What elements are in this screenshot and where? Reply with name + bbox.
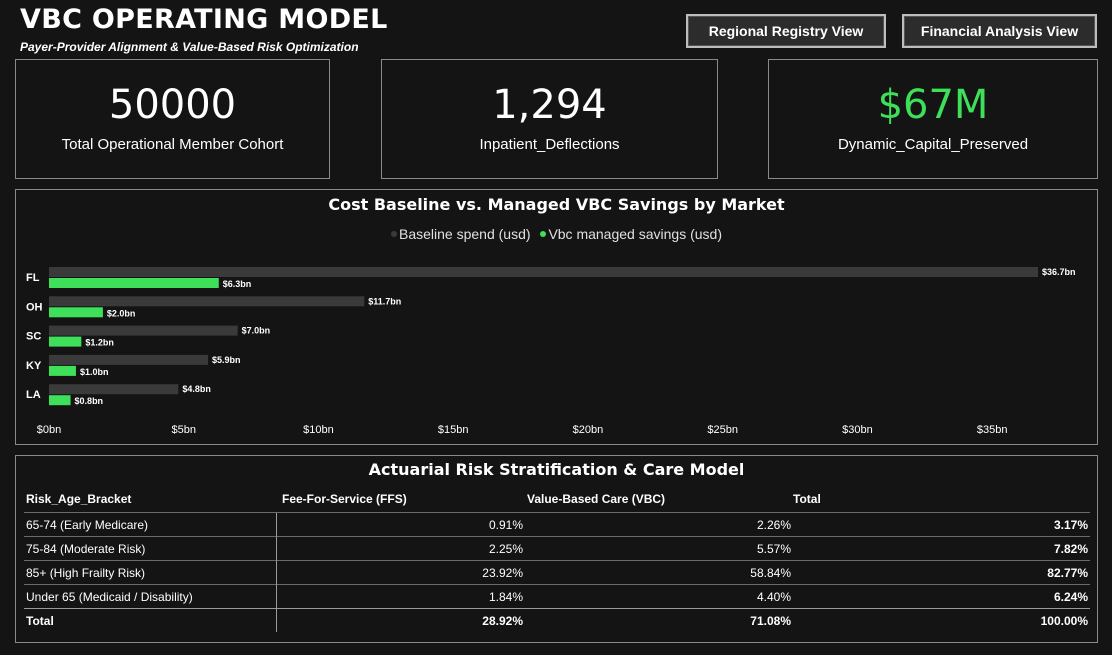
kpi-label: Dynamic_Capital_Preserved xyxy=(837,135,1029,153)
regional-registry-view-button[interactable]: Regional Registry View xyxy=(686,14,886,48)
table-cell: 65-74 (Early Medicare) xyxy=(24,512,277,537)
category-label-ky: KY xyxy=(26,360,42,372)
savings-data-label: $2.0bn xyxy=(107,308,136,318)
baseline-data-label: $5.9bn xyxy=(212,355,241,365)
table-cell: 6.24% xyxy=(793,584,1090,609)
kpi-card-capital-preserved: $67M Dynamic_Capital_Preserved xyxy=(768,59,1098,179)
table-cell: Under 65 (Medicaid / Disability) xyxy=(24,584,277,609)
baseline-data-label: $4.8bn xyxy=(182,384,211,394)
kpi-label: Total Operational Member Cohort xyxy=(61,135,284,153)
x-tick-label: $10bn xyxy=(303,424,334,436)
kpi-value: 50000 xyxy=(108,81,237,128)
category-label-la: LA xyxy=(26,389,41,401)
table-cell: 23.92% xyxy=(276,560,525,585)
bar-chart: FL $36.7bn $6.3bn OH $11.7bn $2.0bn SC $7.0bn $1… xyxy=(26,267,1076,436)
table-cell: 5.57% xyxy=(525,536,793,561)
baseline-bar-sc xyxy=(49,325,238,336)
table-cell: 71.08% xyxy=(525,608,793,632)
savings-data-label: $6.3bn xyxy=(223,279,252,289)
kpi-card-member-cohort: 50000 Total Operational Member Cohort xyxy=(15,59,330,179)
baseline-bar-fl xyxy=(49,267,1038,277)
table-total-row: Total 28.92% 71.08% 100.00% xyxy=(24,608,1090,632)
baseline-data-label: $11.7bn xyxy=(368,296,401,306)
x-tick-label: $35bn xyxy=(977,424,1008,436)
table-cell: 7.82% xyxy=(793,536,1090,561)
savings-data-label: $0.8bn xyxy=(75,396,104,406)
financial-analysis-view-button[interactable]: Financial Analysis View xyxy=(902,14,1097,48)
kpi-value: 1,294 xyxy=(492,81,607,128)
table-cell: 58.84% xyxy=(525,560,793,585)
x-tick-label: $30bn xyxy=(842,424,873,436)
baseline-data-label: $36.7bn xyxy=(1042,267,1076,277)
column-header[interactable]: Total xyxy=(793,486,1090,513)
savings-bar-ky xyxy=(49,365,76,376)
savings-bar-sc xyxy=(49,336,82,347)
x-tick-label: $20bn xyxy=(573,424,604,436)
kpi-label: Inpatient_Deflections xyxy=(479,135,620,153)
table-cell: 0.91% xyxy=(276,512,525,537)
savings-bar-oh xyxy=(49,307,103,318)
table-cell: 75-84 (Moderate Risk) xyxy=(24,536,277,561)
table-cell: 85+ (High Frailty Risk) xyxy=(24,560,277,585)
baseline-bar-la xyxy=(49,384,179,395)
table-row: 75-84 (Moderate Risk) 2.25% 5.57% 7.82% xyxy=(24,536,1090,561)
x-tick-label: $15bn xyxy=(438,424,469,436)
baseline-data-label: $7.0bn xyxy=(242,326,271,336)
x-tick-label: $25bn xyxy=(707,424,738,436)
table-row: Under 65 (Medicaid / Disability) 1.84% 4… xyxy=(24,584,1090,609)
savings-data-label: $1.0bn xyxy=(80,367,109,377)
page-subtitle: Payer-Provider Alignment & Value-Based R… xyxy=(20,40,359,54)
category-label-sc: SC xyxy=(26,331,41,343)
table-cell: 2.25% xyxy=(276,536,525,561)
table-cell: 28.92% xyxy=(276,608,525,632)
savings-data-label: $1.2bn xyxy=(85,338,114,348)
table-panel: Actuarial Risk Stratification & Care Mod… xyxy=(15,455,1098,643)
table-row: 85+ (High Frailty Risk) 23.92% 58.84% 82… xyxy=(24,560,1090,585)
table-cell: 2.26% xyxy=(525,512,793,537)
x-tick-label: $5bn xyxy=(171,424,195,436)
table-cell: 82.77% xyxy=(793,560,1090,585)
column-header[interactable]: Fee-For-Service (FFS) xyxy=(276,486,525,513)
table-row: 65-74 (Early Medicare) 0.91% 2.26% 3.17% xyxy=(24,512,1090,537)
kpi-value: $67M xyxy=(877,81,989,128)
column-header[interactable]: Risk_Age_Bracket xyxy=(24,486,276,513)
table-cell: 4.40% xyxy=(525,584,793,609)
x-tick-label: $0bn xyxy=(37,424,61,436)
table-cell: Total xyxy=(24,608,277,632)
baseline-bar-oh xyxy=(49,296,365,307)
table-cell: 3.17% xyxy=(793,512,1090,537)
table-header-row: Risk_Age_Bracket Fee-For-Service (FFS) V… xyxy=(24,486,1090,513)
savings-bar-la xyxy=(49,395,71,406)
chart-panel: Cost Baseline vs. Managed VBC Savings by… xyxy=(15,189,1098,445)
table-cell: 100.00% xyxy=(793,608,1090,632)
table-title: Actuarial Risk Stratification & Care Mod… xyxy=(368,460,745,479)
table-cell: 1.84% xyxy=(276,584,525,609)
page-title: VBC OPERATING MODEL xyxy=(20,4,388,35)
baseline-bar-ky xyxy=(49,354,208,365)
risk-stratification-table: Risk_Age_Bracket Fee-For-Service (FFS) V… xyxy=(24,486,1090,632)
kpi-card-inpatient-deflections: 1,294 Inpatient_Deflections xyxy=(381,59,718,179)
savings-bar-fl xyxy=(49,278,219,288)
category-label-oh: OH xyxy=(26,301,43,313)
category-label-fl: FL xyxy=(26,272,40,284)
column-header[interactable]: Value-Based Care (VBC) xyxy=(525,486,793,513)
